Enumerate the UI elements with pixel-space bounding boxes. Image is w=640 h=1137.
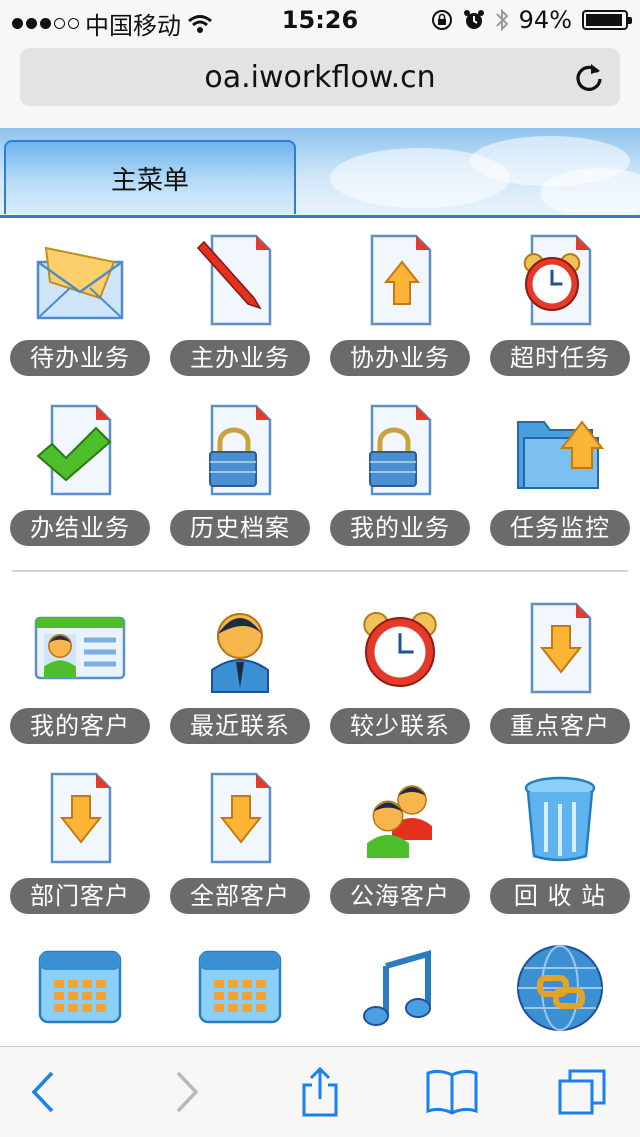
orientation-lock-icon [431, 10, 452, 30]
menu-item-label[interactable]: 协办业务 [330, 340, 470, 376]
url-text: oa.iworkflow.cn [204, 60, 436, 95]
tab-main-menu-label: 主菜单 [110, 166, 189, 196]
recycle-bin-icon[interactable] [510, 766, 610, 866]
url-field[interactable]: oa.iworkflow.cn [20, 48, 620, 106]
menu-item-label[interactable]: 我的业务 [330, 510, 470, 546]
battery-icon [582, 10, 632, 30]
people-group-icon[interactable] [350, 766, 450, 866]
section-divider [12, 570, 628, 572]
menu-item-label[interactable]: 公海客户 [330, 878, 470, 914]
menu-item-label[interactable]: 较少联系 [330, 708, 470, 744]
bluetooth-icon [495, 8, 509, 32]
check-document-icon[interactable] [30, 398, 130, 498]
back-icon[interactable] [14, 1067, 74, 1117]
browser-toolbar [0, 1046, 640, 1137]
menu-item-label[interactable]: 待办业务 [10, 340, 150, 376]
menu-item-label[interactable]: 部门客户 [10, 878, 150, 914]
alarm-icon [463, 10, 484, 29]
battery-percent: 94% [518, 6, 572, 34]
music-note-icon[interactable] [350, 936, 450, 1036]
status-bar-right: 94% [431, 6, 632, 34]
tabs-icon[interactable] [552, 1067, 612, 1117]
menu-item-label[interactable]: 任务监控 [490, 510, 630, 546]
calendar-icon[interactable] [30, 936, 130, 1036]
globe-link-icon[interactable] [510, 936, 610, 1036]
contact-card-icon[interactable] [30, 596, 130, 696]
forward-icon[interactable] [156, 1067, 216, 1117]
download-document-icon[interactable] [30, 766, 130, 866]
tab-main-menu[interactable]: 主菜单 [4, 140, 296, 214]
menu-header: 主菜单 [0, 128, 640, 218]
business-person-icon[interactable] [190, 596, 290, 696]
menu-item-label[interactable]: 主办业务 [170, 340, 310, 376]
download-document-icon[interactable] [190, 766, 290, 866]
calendar-icon[interactable] [190, 936, 290, 1036]
menu-item-label[interactable]: 我的客户 [10, 708, 150, 744]
locked-document-icon[interactable] [190, 398, 290, 498]
share-icon[interactable] [290, 1067, 350, 1117]
folder-upload-icon[interactable] [510, 398, 610, 498]
reload-icon[interactable] [572, 60, 606, 94]
menu-item-label[interactable]: 回 收 站 [490, 878, 630, 914]
alarm-clock-document-icon[interactable] [510, 228, 610, 328]
bookmarks-icon[interactable] [422, 1067, 482, 1117]
upload-document-icon[interactable] [350, 228, 450, 328]
pencil-document-icon[interactable] [190, 228, 290, 328]
envelope-icon[interactable] [30, 228, 130, 328]
download-document-icon[interactable] [510, 596, 610, 696]
browser-address-bar: oa.iworkflow.cn [0, 40, 640, 128]
menu-item-label[interactable]: 全部客户 [170, 878, 310, 914]
status-bar: 中国移动 15:26 94% [0, 0, 640, 40]
locked-document-icon[interactable] [350, 398, 450, 498]
alarm-clock-icon[interactable] [350, 596, 450, 696]
menu-item-label[interactable]: 办结业务 [10, 510, 150, 546]
menu-item-label[interactable]: 超时任务 [490, 340, 630, 376]
menu-item-label[interactable]: 最近联系 [170, 708, 310, 744]
menu-item-label[interactable]: 历史档案 [170, 510, 310, 546]
menu-item-label[interactable]: 重点客户 [490, 708, 630, 744]
